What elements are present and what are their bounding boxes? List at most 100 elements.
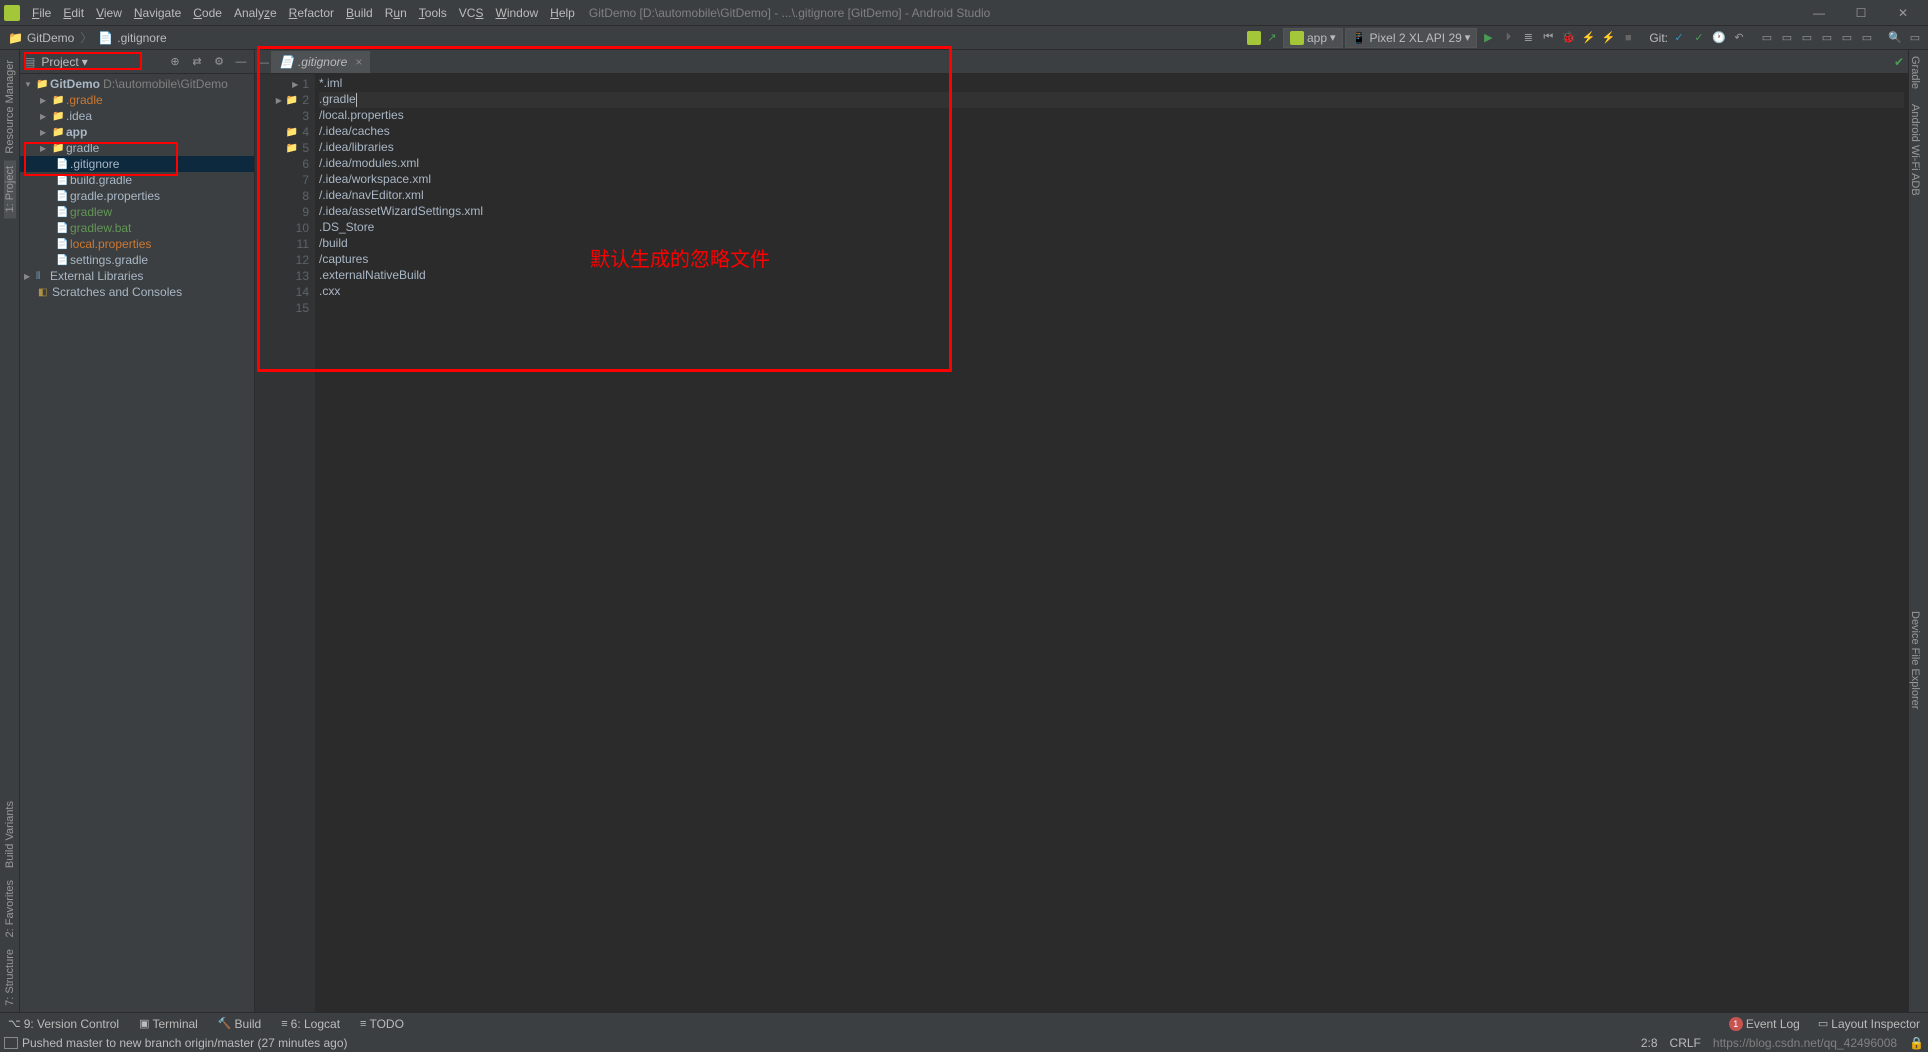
code-line[interactable]: /.idea/caches xyxy=(319,124,1904,140)
menu-file[interactable]: File xyxy=(26,4,57,22)
menu-vcs[interactable]: VCS xyxy=(453,4,490,22)
editor-content[interactable]: *.iml.gradle/local.properties/.idea/cach… xyxy=(315,74,1908,1012)
tree-idea-dir[interactable]: ▶📁.idea xyxy=(20,108,254,124)
tb-icon-2[interactable]: ▭ xyxy=(1818,29,1836,47)
resource-manager-tool[interactable]: Resource Manager xyxy=(4,54,16,160)
collapse-panel-icon[interactable]: — xyxy=(255,55,271,69)
gradle-tool[interactable]: Gradle xyxy=(1909,50,1921,95)
code-line[interactable]: /.idea/libraries xyxy=(319,140,1904,156)
menu-code[interactable]: Code xyxy=(187,4,228,22)
line-separator[interactable]: CRLF xyxy=(1670,1036,1701,1050)
settings-icon[interactable]: ⚙ xyxy=(210,53,228,71)
breadcrumb[interactable]: 📁 GitDemo 〉 📄 .gitignore xyxy=(4,29,171,46)
minimize-button[interactable]: — xyxy=(1798,2,1840,24)
breadcrumb-root[interactable]: GitDemo xyxy=(27,31,74,45)
tree-gradlew-bat[interactable]: 📄gradlew.bat xyxy=(20,220,254,236)
sdk-button[interactable]: ▭ xyxy=(1778,29,1796,47)
apply-code-button[interactable]: ⚡ xyxy=(1599,29,1617,47)
git-history-button[interactable]: 🕐 xyxy=(1710,29,1728,47)
code-line[interactable]: /captures xyxy=(319,252,1904,268)
menu-build[interactable]: Build xyxy=(340,4,379,22)
menu-edit[interactable]: Edit xyxy=(57,4,90,22)
menu-tools[interactable]: Tools xyxy=(413,4,453,22)
menu-help[interactable]: Help xyxy=(544,4,581,22)
apply-changes-button[interactable]: ⚡ xyxy=(1579,29,1597,47)
structure-tool[interactable]: 7: Structure xyxy=(4,943,16,1012)
code-line[interactable]: .gradle xyxy=(319,92,1904,108)
tree-gitignore[interactable]: 📄.gitignore xyxy=(20,156,254,172)
code-line[interactable]: *.iml xyxy=(319,76,1904,92)
project-view-selector[interactable]: Project ▾ xyxy=(35,53,93,71)
device-selector[interactable]: 📱 Pixel 2 XL API 29 ▾ xyxy=(1345,28,1478,48)
menu-analyze[interactable]: Analyze xyxy=(228,4,283,22)
code-line[interactable]: .DS_Store xyxy=(319,220,1904,236)
menu-view[interactable]: View xyxy=(90,4,128,22)
layout-inspector-tool[interactable]: ▭ Layout Inspector xyxy=(1814,1017,1924,1031)
terminal-tool[interactable]: ▣ Terminal xyxy=(135,1017,202,1031)
device-explorer-tool[interactable]: Device File Explorer xyxy=(1909,605,1921,715)
event-log-tool[interactable]: 1Event Log xyxy=(1725,1017,1804,1031)
locate-icon[interactable]: ⊕ xyxy=(166,53,184,71)
code-line[interactable]: /build xyxy=(319,236,1904,252)
collapse-icon[interactable]: ⇄ xyxy=(188,53,206,71)
close-button[interactable]: ✕ xyxy=(1882,2,1924,24)
code-line[interactable]: /.idea/modules.xml xyxy=(319,156,1904,172)
tree-gradlew[interactable]: 📄gradlew xyxy=(20,204,254,220)
tb-icon-1[interactable]: ▭ xyxy=(1798,29,1816,47)
tb-icon-3[interactable]: ▭ xyxy=(1838,29,1856,47)
code-line[interactable]: .externalNativeBuild xyxy=(319,268,1904,284)
editor-tab-gitignore[interactable]: 📄 .gitignore × xyxy=(271,51,370,73)
code-line[interactable]: /.idea/assetWizardSettings.xml xyxy=(319,204,1904,220)
coverage-button[interactable]: ≣ xyxy=(1519,29,1537,47)
avd-button[interactable]: ▭ xyxy=(1758,29,1776,47)
todo-tool[interactable]: ≡ TODO xyxy=(356,1017,408,1031)
debug-button[interactable]: ⏵ xyxy=(1499,29,1517,47)
tree-root[interactable]: ▼📁GitDemo D:\automobile\GitDemo xyxy=(20,76,254,92)
code-line[interactable]: /.idea/workspace.xml xyxy=(319,172,1904,188)
tree-settings-gradle[interactable]: 📄settings.gradle xyxy=(20,252,254,268)
tree-gradle-properties[interactable]: 📄gradle.properties xyxy=(20,188,254,204)
search-button[interactable]: 🔍 xyxy=(1886,29,1904,47)
menu-window[interactable]: Window xyxy=(489,4,544,22)
maximize-button[interactable]: ☐ xyxy=(1840,2,1882,24)
stop-button[interactable]: ■ xyxy=(1619,29,1637,47)
logcat-tool[interactable]: ≡ 6: Logcat xyxy=(277,1017,344,1031)
run-button[interactable]: ▶ xyxy=(1479,29,1497,47)
code-line[interactable]: .cxx xyxy=(319,284,1904,300)
menu-refactor[interactable]: Refactor xyxy=(283,4,340,22)
menu-run[interactable]: Run xyxy=(379,4,413,22)
build-variants-tool[interactable]: Build Variants xyxy=(4,795,16,874)
code-line[interactable] xyxy=(319,300,1904,316)
menu-navigate[interactable]: Navigate xyxy=(128,4,187,22)
hide-icon[interactable]: — xyxy=(232,53,250,71)
git-update-button[interactable]: ✓ xyxy=(1670,29,1688,47)
tree-local-properties[interactable]: 📄local.properties xyxy=(20,236,254,252)
code-line[interactable]: /local.properties xyxy=(319,108,1904,124)
profile-button[interactable]: ⏮ xyxy=(1539,29,1557,47)
tree-scratches[interactable]: ◧Scratches and Consoles xyxy=(20,284,254,300)
run-config-selector[interactable]: app ▾ xyxy=(1283,28,1343,48)
sync-icon[interactable]: ↗ xyxy=(1263,29,1281,47)
lock-icon[interactable]: 🔒 xyxy=(1909,1036,1924,1050)
tree-build-gradle[interactable]: 📄build.gradle xyxy=(20,172,254,188)
project-tool[interactable]: 1: Project xyxy=(4,160,16,218)
tree-gradle-dir[interactable]: ▶📁.gradle xyxy=(20,92,254,108)
attach-button[interactable]: 🐞 xyxy=(1559,29,1577,47)
git-rollback-button[interactable]: ↶ xyxy=(1730,29,1748,47)
project-tree[interactable]: ▼📁GitDemo D:\automobile\GitDemo ▶📁.gradl… xyxy=(20,74,254,1012)
favorites-tool[interactable]: 2: Favorites xyxy=(4,874,16,943)
close-tab-icon[interactable]: × xyxy=(355,55,362,69)
android-icon xyxy=(1290,31,1304,45)
tb-icon-4[interactable]: ▭ xyxy=(1858,29,1876,47)
version-control-tool[interactable]: ⌥ 9: Version Control xyxy=(4,1017,123,1031)
android-adb-tool[interactable]: Android Wi-Fi ADB xyxy=(1909,98,1921,202)
notifications-icon[interactable] xyxy=(4,1037,18,1049)
git-commit-button[interactable]: ✓ xyxy=(1690,29,1708,47)
build-tool[interactable]: 🔨 Build xyxy=(214,1017,265,1031)
code-line[interactable]: /.idea/navEditor.xml xyxy=(319,188,1904,204)
tree-app[interactable]: ▶📁app xyxy=(20,124,254,140)
breadcrumb-file[interactable]: .gitignore xyxy=(117,31,166,45)
tree-gradle[interactable]: ▶📁gradle xyxy=(20,140,254,156)
settings-button[interactable]: ▭ xyxy=(1906,29,1924,47)
tree-external-libs[interactable]: ▶⫴External Libraries xyxy=(20,268,254,284)
